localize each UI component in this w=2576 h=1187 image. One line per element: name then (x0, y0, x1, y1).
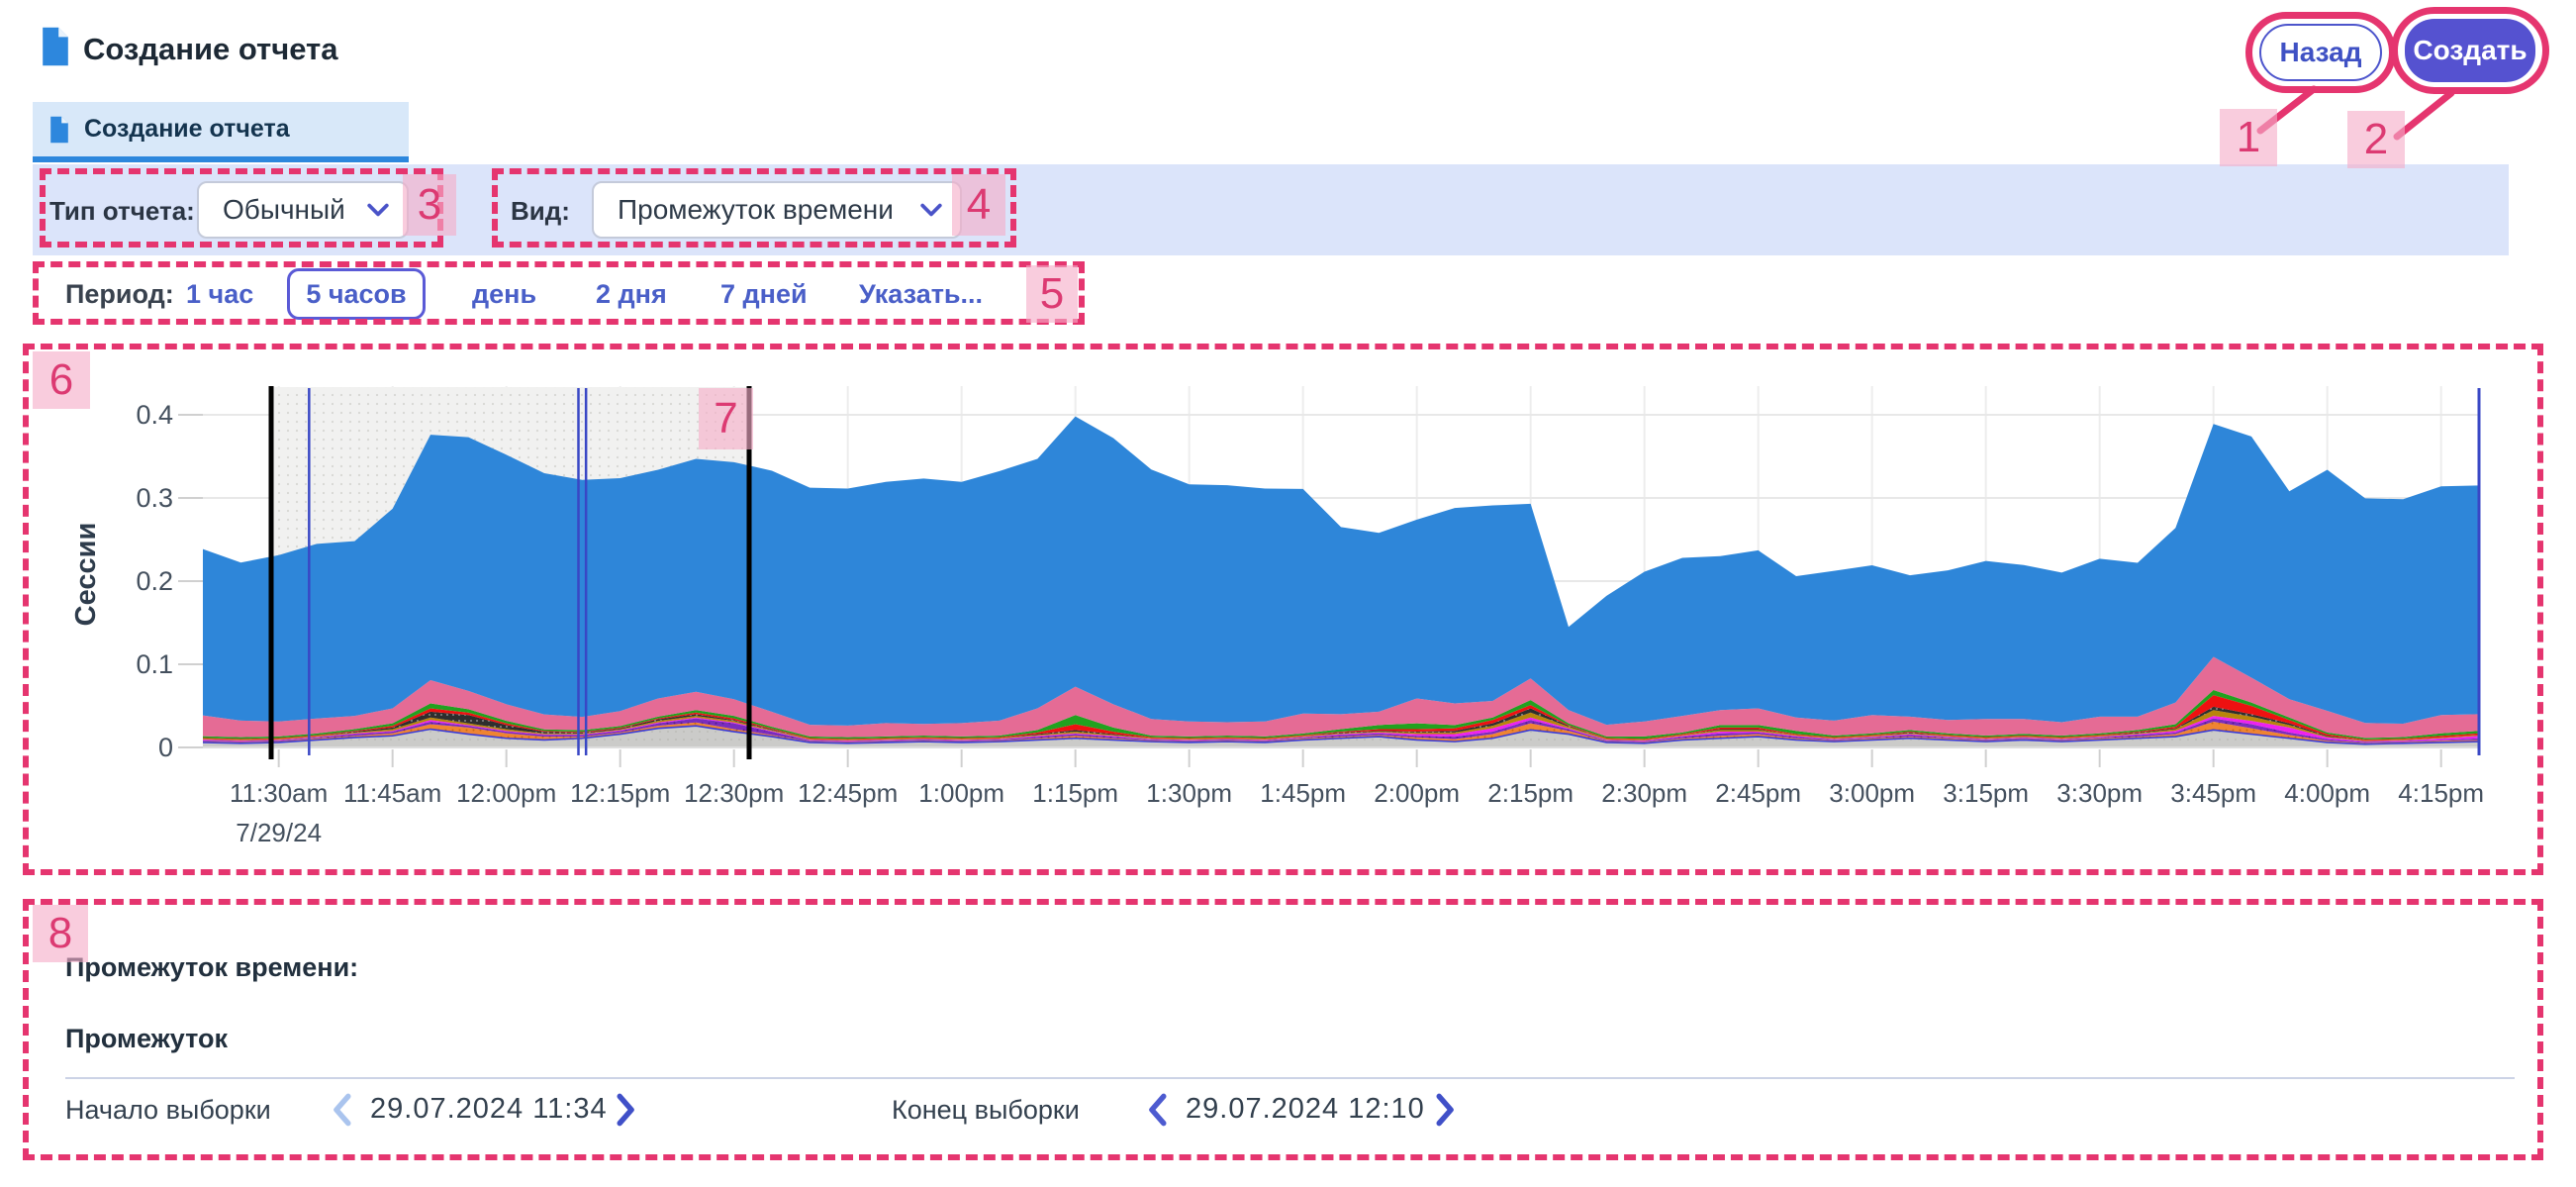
chevron-right-icon (614, 1093, 639, 1127)
svg-text:2:45pm: 2:45pm (1715, 778, 1801, 808)
end-datetime-value[interactable]: 29.07.2024 12:10 (1186, 1093, 1425, 1126)
y-axis-label: Сессии (70, 523, 102, 627)
svg-text:7/29/24: 7/29/24 (236, 818, 322, 847)
sessions-area-chart[interactable]: 0 0.1 0.2 0.3 0.4 11:30am 7/29/24 11:45am 12:00p… (0, 0, 2576, 891)
svg-text:11:45am: 11:45am (343, 778, 441, 808)
svg-text:4:00pm: 4:00pm (2284, 778, 2370, 808)
chevron-left-icon (329, 1093, 354, 1127)
svg-text:12:00pm: 12:00pm (456, 778, 556, 808)
start-datetime-value[interactable]: 29.07.2024 11:34 (370, 1093, 608, 1126)
svg-text:3:15pm: 3:15pm (1943, 778, 2029, 808)
range-subtitle: Промежуток (65, 1024, 228, 1054)
svg-text:12:30pm: 12:30pm (684, 778, 784, 808)
chevron-left-icon (1144, 1093, 1170, 1127)
svg-text:0.2: 0.2 (136, 566, 173, 596)
start-prev-button[interactable] (329, 1093, 354, 1127)
svg-text:0.4: 0.4 (136, 400, 173, 430)
chevron-right-icon (1433, 1093, 1459, 1127)
svg-text:0.3: 0.3 (136, 483, 173, 513)
svg-text:1:15pm: 1:15pm (1032, 778, 1118, 808)
report-creation-page: Создание отчета Назад Создать Создание о… (0, 0, 2576, 1187)
range-section-title: Промежуток времени: (65, 952, 358, 983)
svg-text:3:00pm: 3:00pm (1829, 778, 1915, 808)
sample-end-label: Конец выборки (892, 1095, 1080, 1126)
divider (65, 1077, 2515, 1079)
svg-text:4:15pm: 4:15pm (2398, 778, 2484, 808)
svg-text:3:45pm: 3:45pm (2170, 778, 2256, 808)
start-next-button[interactable] (614, 1093, 639, 1127)
svg-text:1:45pm: 1:45pm (1260, 778, 1346, 808)
end-prev-button[interactable] (1144, 1093, 1170, 1127)
svg-text:0.1: 0.1 (136, 649, 173, 679)
svg-text:12:15pm: 12:15pm (570, 778, 670, 808)
svg-text:1:00pm: 1:00pm (918, 778, 1004, 808)
sample-start-label: Начало выборки (65, 1095, 271, 1126)
svg-text:1:30pm: 1:30pm (1146, 778, 1232, 808)
svg-text:0: 0 (158, 733, 173, 762)
svg-text:2:00pm: 2:00pm (1374, 778, 1460, 808)
svg-text:12:45pm: 12:45pm (798, 778, 898, 808)
svg-text:3:30pm: 3:30pm (2056, 778, 2143, 808)
svg-text:11:30am: 11:30am (230, 778, 328, 808)
svg-text:2:15pm: 2:15pm (1487, 778, 1574, 808)
svg-text:2:30pm: 2:30pm (1601, 778, 1687, 808)
end-next-button[interactable] (1433, 1093, 1459, 1127)
